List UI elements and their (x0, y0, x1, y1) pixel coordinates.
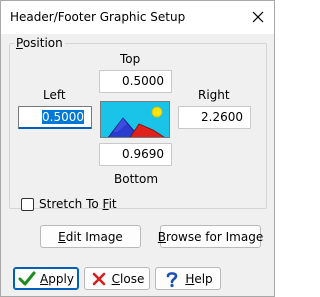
stretch-to-fit-label: Stretch To Fit (39, 197, 117, 211)
help-label: Help (185, 271, 213, 286)
browse-for-image-button[interactable]: Browse for Image (157, 225, 264, 248)
close-button[interactable]: Close (84, 267, 150, 290)
apply-label: Apply (40, 271, 74, 286)
edit-image-button[interactable]: Edit Image (40, 225, 141, 248)
right-input[interactable]: 2.2600 (178, 106, 251, 129)
checkmark-icon (18, 270, 36, 288)
edit-image-label: Edit Image (58, 229, 123, 244)
title-bar[interactable]: Header/Footer Graphic Setup (1, 1, 274, 34)
browse-for-image-label: Browse for Image (157, 229, 264, 244)
apply-button[interactable]: Apply (13, 267, 79, 290)
left-label: Left (43, 88, 66, 102)
stretch-to-fit-checkbox[interactable]: Stretch To Fit (21, 197, 117, 211)
landscape-image-icon (101, 102, 169, 137)
preview-image (100, 101, 170, 138)
right-label: Right (198, 88, 230, 102)
question-mark-icon (163, 270, 181, 288)
x-icon (90, 270, 108, 288)
bottom-label: Bottom (114, 172, 159, 186)
bottom-input[interactable]: 0.9690 (99, 143, 172, 166)
checkbox-box[interactable] (21, 197, 34, 211)
left-input-selection: 0.5000 (42, 110, 84, 124)
help-button[interactable]: Help (155, 267, 221, 290)
window-title: Header/Footer Graphic Setup (10, 10, 186, 24)
top-label: Top (120, 52, 141, 66)
close-label: Close (111, 271, 145, 286)
dialog-window: Header/Footer Graphic Setup Position Top… (0, 0, 275, 297)
top-input[interactable]: 0.5000 (99, 70, 172, 93)
left-input[interactable]: 0.5000 (18, 106, 92, 129)
close-icon[interactable] (248, 7, 268, 27)
position-group-label: Position (14, 36, 65, 50)
